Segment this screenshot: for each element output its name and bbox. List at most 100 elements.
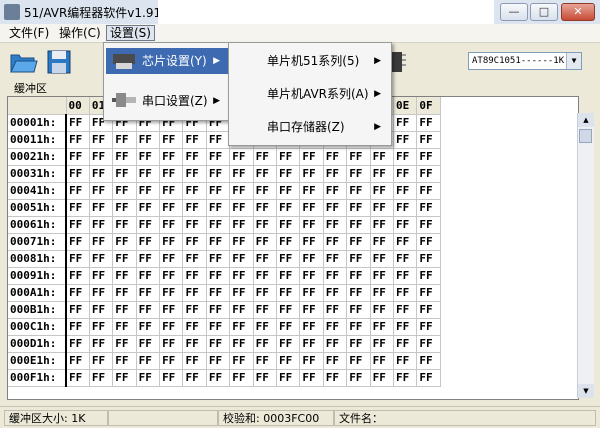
hex-cell[interactable]: FF xyxy=(393,352,418,370)
hex-cell[interactable]: FF xyxy=(276,284,301,302)
hex-cell[interactable]: FF xyxy=(299,335,324,353)
hex-cell[interactable]: FF xyxy=(206,335,231,353)
hex-cell[interactable]: FF xyxy=(89,182,114,200)
hex-cell[interactable]: FF xyxy=(370,216,394,234)
hex-cell[interactable]: FF xyxy=(346,369,371,387)
hex-cell[interactable]: FF xyxy=(112,233,137,251)
hex-cell[interactable]: FF xyxy=(112,199,137,217)
hex-cell[interactable]: FF xyxy=(393,318,418,336)
hex-cell[interactable]: FF xyxy=(206,284,231,302)
hex-cell[interactable]: FF xyxy=(229,267,254,285)
hex-cell[interactable]: FF xyxy=(416,318,441,336)
hex-cell[interactable]: FF xyxy=(323,216,348,234)
hex-cell[interactable]: FF xyxy=(229,318,254,336)
hex-cell[interactable]: FF xyxy=(112,165,137,183)
hex-cell[interactable]: FF xyxy=(112,318,137,336)
hex-cell[interactable]: FF xyxy=(276,199,301,217)
hex-cell[interactable]: FF xyxy=(323,165,348,183)
hex-cell[interactable]: FF xyxy=(66,369,90,387)
hex-cell[interactable]: FF xyxy=(416,335,441,353)
hex-cell[interactable]: FF xyxy=(136,148,161,166)
hex-cell[interactable]: FF xyxy=(346,301,371,319)
hex-cell[interactable]: FF xyxy=(393,165,418,183)
hex-cell[interactable]: FF xyxy=(112,267,137,285)
hex-cell[interactable]: FF xyxy=(182,318,207,336)
maximize-button[interactable]: □ xyxy=(530,3,558,21)
hex-cell[interactable]: FF xyxy=(89,148,114,166)
hex-cell[interactable]: FF xyxy=(253,267,278,285)
hex-cell[interactable]: FF xyxy=(66,267,90,285)
minimize-button[interactable]: — xyxy=(500,3,528,21)
hex-cell[interactable]: FF xyxy=(136,267,161,285)
hex-cell[interactable]: FF xyxy=(229,148,254,166)
hex-cell[interactable]: FF xyxy=(182,131,207,149)
hex-cell[interactable]: FF xyxy=(112,148,137,166)
hex-cell[interactable]: FF xyxy=(66,131,90,149)
hex-cell[interactable]: FF xyxy=(182,284,207,302)
hex-cell[interactable]: FF xyxy=(112,131,137,149)
hex-cell[interactable]: FF xyxy=(136,165,161,183)
hex-cell[interactable]: FF xyxy=(206,352,231,370)
hex-cell[interactable]: FF xyxy=(253,199,278,217)
hex-cell[interactable]: FF xyxy=(253,352,278,370)
device-select[interactable]: AT89C1051------1K ▼ xyxy=(468,52,582,70)
hex-cell[interactable]: FF xyxy=(323,148,348,166)
hex-cell[interactable]: FF xyxy=(393,284,418,302)
hex-cell[interactable]: FF xyxy=(323,284,348,302)
hex-cell[interactable]: FF xyxy=(253,301,278,319)
hex-cell[interactable]: FF xyxy=(346,182,371,200)
hex-cell[interactable]: FF xyxy=(89,301,114,319)
hex-cell[interactable]: FF xyxy=(66,318,90,336)
hex-cell[interactable]: FF xyxy=(89,284,114,302)
hex-cell[interactable]: FF xyxy=(276,148,301,166)
hex-cell[interactable]: FF xyxy=(159,352,184,370)
hex-cell[interactable]: FF xyxy=(299,301,324,319)
hex-cell[interactable]: FF xyxy=(66,216,90,234)
hex-cell[interactable]: FF xyxy=(112,182,137,200)
hex-cell[interactable]: FF xyxy=(253,148,278,166)
hex-cell[interactable]: FF xyxy=(416,352,441,370)
hex-cell[interactable]: FF xyxy=(182,182,207,200)
hex-cell[interactable]: FF xyxy=(416,182,441,200)
hex-cell[interactable]: FF xyxy=(206,148,231,166)
hex-cell[interactable]: FF xyxy=(136,301,161,319)
hex-cell[interactable]: FF xyxy=(299,182,324,200)
hex-cell[interactable]: FF xyxy=(276,369,301,387)
hex-cell[interactable]: FF xyxy=(229,352,254,370)
hex-cell[interactable]: FF xyxy=(370,148,394,166)
hex-cell[interactable]: FF xyxy=(159,267,184,285)
hex-cell[interactable]: FF xyxy=(276,250,301,268)
hex-cell[interactable]: FF xyxy=(253,165,278,183)
hex-cell[interactable]: FF xyxy=(253,318,278,336)
hex-cell[interactable]: FF xyxy=(323,369,348,387)
hex-cell[interactable]: FF xyxy=(159,233,184,251)
hex-cell[interactable]: FF xyxy=(323,318,348,336)
hex-cell[interactable]: FF xyxy=(393,250,418,268)
hex-cell[interactable]: FF xyxy=(229,199,254,217)
hex-cell[interactable]: FF xyxy=(112,284,137,302)
vertical-scrollbar[interactable]: ▲ ▼ xyxy=(577,113,594,398)
hex-cell[interactable]: FF xyxy=(159,335,184,353)
hex-cell[interactable]: FF xyxy=(182,233,207,251)
hex-cell[interactable]: FF xyxy=(182,267,207,285)
hex-cell[interactable]: FF xyxy=(299,165,324,183)
hex-cell[interactable]: FF xyxy=(276,267,301,285)
hex-cell[interactable]: FF xyxy=(253,369,278,387)
hex-cell[interactable]: FF xyxy=(323,250,348,268)
menu-settings[interactable]: 设置(S) xyxy=(106,25,155,41)
hex-cell[interactable]: FF xyxy=(182,165,207,183)
hex-cell[interactable]: FF xyxy=(323,352,348,370)
hex-cell[interactable]: FF xyxy=(229,250,254,268)
hex-cell[interactable]: FF xyxy=(370,233,394,251)
hex-cell[interactable]: FF xyxy=(299,318,324,336)
hex-cell[interactable]: FF xyxy=(416,284,441,302)
hex-cell[interactable]: FF xyxy=(159,250,184,268)
hex-cell[interactable]: FF xyxy=(299,369,324,387)
hex-cell[interactable]: FF xyxy=(323,182,348,200)
hex-cell[interactable]: FF xyxy=(206,131,231,149)
hex-cell[interactable]: FF xyxy=(159,131,184,149)
menu-item-51-series[interactable]: 单片机51系列(5) ▶ xyxy=(231,48,389,74)
hex-cell[interactable]: FF xyxy=(136,216,161,234)
hex-cell[interactable]: FF xyxy=(253,335,278,353)
hex-cell[interactable]: FF xyxy=(182,148,207,166)
